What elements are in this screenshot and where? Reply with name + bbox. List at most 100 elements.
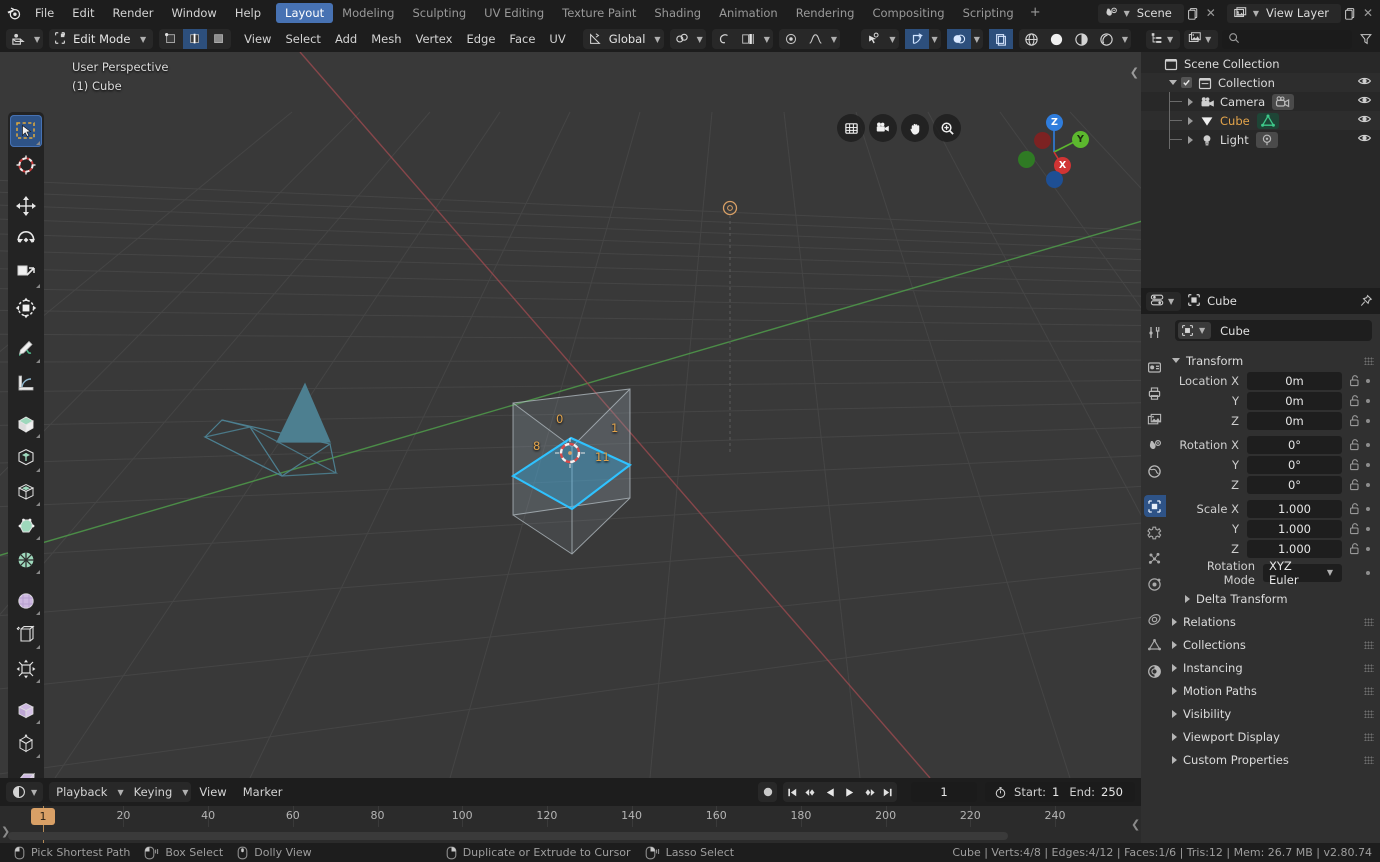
outliner-row-light[interactable]: Light	[1141, 130, 1380, 149]
filter-funnel-icon[interactable]	[1356, 30, 1375, 49]
chevron-right-icon[interactable]	[1185, 134, 1196, 145]
timeline-ruler[interactable]: 20 40 60 80 100 120 140 160 180 200 220 240	[0, 806, 1141, 827]
lock-icon[interactable]	[1346, 542, 1362, 555]
menu-window[interactable]: Window	[162, 0, 225, 26]
chevron-right-icon[interactable]	[1185, 115, 1196, 126]
outliner-row-cube[interactable]: Cube	[1141, 111, 1380, 130]
menu-file[interactable]: File	[26, 0, 63, 26]
visibility-selectability-icon[interactable]	[861, 29, 886, 49]
annotate-tool[interactable]	[10, 333, 42, 365]
camera-view-icon[interactable]	[869, 114, 897, 142]
gizmo-icon[interactable]	[904, 29, 929, 49]
rotate-tool[interactable]	[10, 224, 42, 256]
visibility-eye-icon[interactable]	[1357, 131, 1372, 148]
panel-instancing[interactable]: Instancing	[1167, 657, 1380, 678]
viewport-menu-add[interactable]: Add	[328, 29, 364, 49]
chevron-right-icon[interactable]	[1185, 96, 1196, 107]
spin-tool[interactable]	[10, 653, 42, 685]
remove-scene-button[interactable]: ✕	[1203, 4, 1219, 23]
viewport-axis-gizmo[interactable]: Z Y X	[1009, 108, 1093, 192]
timeline-menu-view[interactable]: View	[191, 782, 234, 802]
collection-checkbox[interactable]	[1181, 77, 1192, 88]
gizmo-axis-y[interactable]: Y	[1072, 131, 1089, 148]
workspace-tab-sculpting[interactable]: Sculpting	[403, 3, 475, 23]
end-frame-value[interactable]: 250	[1099, 785, 1129, 799]
toggle-camera-perspective-icon[interactable]	[837, 114, 865, 142]
workspace-tab-rendering[interactable]: Rendering	[787, 3, 864, 23]
lock-icon[interactable]	[1346, 478, 1362, 491]
menu-help[interactable]: Help	[226, 0, 270, 26]
viewport-menu-vertex[interactable]: Vertex	[408, 29, 459, 49]
jump-to-next-keyframe-icon[interactable]	[859, 782, 878, 802]
shading-material-preview-button[interactable]	[1069, 29, 1094, 49]
mesh-option-x-ray-icon[interactable]	[736, 29, 761, 49]
editor-type-selector[interactable]: ▼	[6, 29, 44, 49]
rotation-mode-dropdown[interactable]: XYZ Euler ▼	[1263, 559, 1342, 587]
timeline-editor-type[interactable]: ▼	[6, 782, 44, 802]
bevel-tool[interactable]	[10, 510, 42, 542]
shading-rendered-button[interactable]	[1094, 29, 1119, 49]
menu-edit[interactable]: Edit	[63, 0, 103, 26]
proportional-edit-icon[interactable]	[712, 29, 736, 49]
animate-property-dot[interactable]	[1362, 482, 1374, 487]
workspace-tab-animation[interactable]: Animation	[710, 3, 787, 23]
outliner-row-scene-collection[interactable]: Scene Collection	[1141, 54, 1380, 73]
viewport-menu-mesh[interactable]: Mesh	[364, 29, 408, 49]
play-reverse-icon[interactable]	[821, 782, 840, 802]
viewport-menu-select[interactable]: Select	[278, 29, 327, 49]
view-layer-selector[interactable]: ▼ View Layer	[1226, 3, 1341, 23]
stopwatch-icon[interactable]	[991, 783, 1010, 802]
scale-tool[interactable]	[10, 258, 42, 290]
animate-property-dot[interactable]	[1362, 418, 1374, 423]
gizmo-axis-neg-x[interactable]	[1034, 132, 1051, 149]
object-name-field[interactable]: ▼ Cube	[1175, 320, 1372, 341]
inset-faces-tool[interactable]	[10, 476, 42, 508]
panel-viewport-display[interactable]: Viewport Display	[1167, 726, 1380, 747]
current-frame-input[interactable]: 1	[911, 782, 978, 802]
viewport-menu-edge[interactable]: Edge	[459, 29, 502, 49]
visibility-eye-icon[interactable]	[1357, 93, 1372, 110]
gizmo-axis-neg-z[interactable]	[1046, 171, 1063, 188]
object-properties-tab[interactable]	[1142, 493, 1166, 519]
jump-to-prev-keyframe-icon[interactable]	[802, 782, 821, 802]
animate-property-dot[interactable]	[1362, 546, 1374, 551]
modifier-properties-tab[interactable]	[1142, 519, 1166, 545]
panel-relations[interactable]: Relations	[1167, 611, 1380, 632]
tweak-select-box-tool[interactable]	[10, 115, 42, 147]
chevron-down-icon[interactable]	[1167, 77, 1178, 88]
outliner-row-camera[interactable]: Camera	[1141, 92, 1380, 111]
sidebar-toggle-arrow[interactable]: ❮	[1130, 66, 1139, 79]
lock-icon[interactable]	[1346, 414, 1362, 427]
animate-property-dot[interactable]	[1362, 506, 1374, 511]
visibility-selectability-group[interactable]: ▼	[861, 29, 899, 49]
falloff-smooth-icon[interactable]	[803, 29, 828, 49]
add-cube-tool[interactable]	[10, 408, 42, 440]
camera-data-icon[interactable]	[1272, 93, 1295, 110]
transform-panel-header[interactable]: Transform	[1167, 350, 1380, 371]
world-properties-tab[interactable]	[1142, 458, 1166, 484]
workspace-tab-modeling[interactable]: Modeling	[333, 3, 403, 23]
outliner-display-mode-selector[interactable]: ▼	[1146, 29, 1181, 49]
transform-row-value[interactable]: 1.000	[1247, 499, 1342, 518]
record-keyframe-icon[interactable]	[758, 782, 777, 802]
output-properties-tab[interactable]	[1142, 380, 1166, 406]
lock-icon[interactable]	[1346, 438, 1362, 451]
visibility-eye-icon[interactable]	[1357, 74, 1372, 91]
knife-tool[interactable]	[10, 585, 42, 617]
workspace-tab-compositing[interactable]: Compositing	[863, 3, 953, 23]
transform-row-value[interactable]: 1.000	[1247, 519, 1342, 538]
animate-property-dot[interactable]	[1362, 398, 1374, 403]
panel-motion-paths[interactable]: Motion Paths	[1167, 680, 1380, 701]
menu-render[interactable]: Render	[104, 0, 163, 26]
edge-slide-tool[interactable]	[10, 762, 42, 778]
snap-magnet-icon[interactable]	[670, 29, 694, 49]
material-properties-tab[interactable]	[1142, 658, 1166, 684]
snapping-group[interactable]: ▼	[669, 29, 706, 49]
panel-collections[interactable]: Collections	[1167, 634, 1380, 655]
poly-build-tool[interactable]	[10, 619, 42, 651]
blender-logo-icon[interactable]	[0, 0, 26, 26]
transform-row-value[interactable]: 0°	[1247, 455, 1342, 474]
new-scene-icon[interactable]	[1184, 4, 1203, 23]
object-name-icon[interactable]: ▼	[1178, 322, 1212, 339]
tool-properties-tab[interactable]	[1142, 319, 1166, 345]
